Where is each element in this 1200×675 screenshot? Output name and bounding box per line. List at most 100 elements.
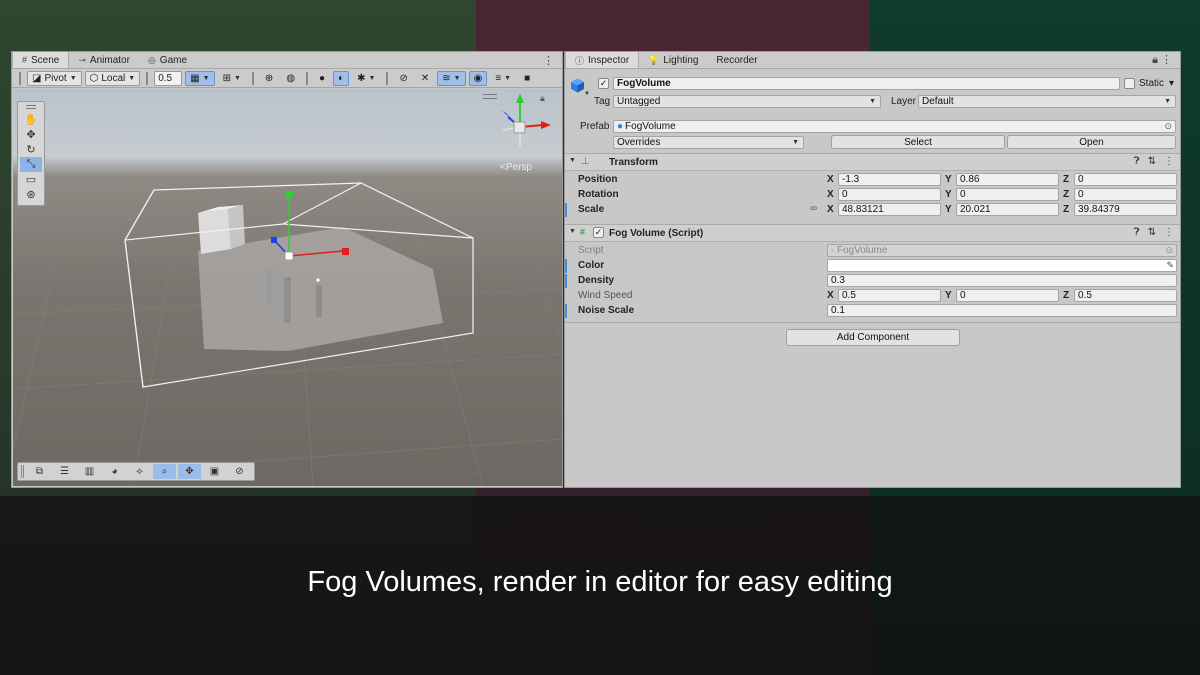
static-checkbox[interactable] bbox=[1124, 78, 1135, 89]
overlay-grip[interactable] bbox=[21, 465, 24, 478]
select-button[interactable]: Select bbox=[831, 135, 1005, 149]
snap-increment-input[interactable]: 0.5 bbox=[154, 70, 183, 86]
overrides-dropdown[interactable]: Overrides ▼ bbox=[613, 136, 804, 149]
density-field[interactable]: 0.3 bbox=[827, 274, 1177, 287]
prefab-field[interactable]: ● FogVolume ⊙ bbox=[613, 120, 1176, 133]
rect-tool-icon[interactable]: ▭ bbox=[20, 172, 42, 187]
snap-icon: ⊞ bbox=[222, 72, 231, 84]
tab-animator[interactable]: ⊸ Animator bbox=[69, 52, 139, 68]
noise-scale-field[interactable]: 0.1 bbox=[827, 304, 1177, 317]
color-field[interactable]: ✎ bbox=[827, 259, 1177, 272]
pillar bbox=[275, 272, 282, 314]
scale-y-field[interactable]: 20.021 bbox=[956, 203, 1059, 216]
transform-header[interactable]: ▼ ⊥ Transform ❓︎ ⇅ ⋮ bbox=[565, 153, 1180, 171]
tab-lighting[interactable]: 💡 Lighting bbox=[639, 52, 707, 68]
position-y-field[interactable]: 0.86 bbox=[956, 173, 1059, 186]
local-icon: ⬡ bbox=[89, 72, 99, 84]
target-icon[interactable]: ⊙ bbox=[1164, 121, 1172, 132]
position-x-field[interactable]: -1.3 bbox=[838, 173, 941, 186]
chevron-down-icon: ▼ bbox=[869, 98, 876, 105]
rotation-y-field[interactable]: 0 bbox=[956, 188, 1059, 201]
inspector-lock-icon[interactable]: 🔒︎ ⋮ bbox=[1144, 52, 1180, 68]
tab-recorder-label: Recorder bbox=[716, 54, 758, 66]
foldout-icon[interactable]: ▼ bbox=[569, 157, 576, 164]
search-icon[interactable]: ⌕ bbox=[153, 464, 176, 479]
visibility-button[interactable]: ◉ bbox=[468, 70, 488, 86]
eyedropper-icon[interactable]: ✎ bbox=[1166, 260, 1174, 271]
context-menu-icon[interactable]: ⋮ bbox=[1164, 156, 1174, 167]
context-menu-icon[interactable]: ⋮ bbox=[1164, 227, 1174, 238]
camera-preview-icon[interactable]: ▣ bbox=[203, 464, 226, 479]
scale-tool-icon[interactable]: ⤡ bbox=[20, 157, 42, 172]
camera-button[interactable]: ■ bbox=[519, 71, 535, 86]
scene-toolbar: ◪ Pivot ▼ ⬡ Local ▼ 0.5 ▦ ▼ ⊞ ▼ ⊕ ◍ ● ◐ … bbox=[12, 69, 562, 88]
chevron-down-icon[interactable]: ▼ bbox=[584, 91, 590, 97]
compass-icon[interactable]: ⊘ bbox=[228, 464, 251, 479]
shading-mode-button[interactable]: ◍ bbox=[281, 71, 300, 86]
rotation-z-field[interactable]: 0 bbox=[1074, 188, 1177, 201]
scene-viewport[interactable]: ✋ ✥ ↻ ⤡ ▭ ⊛ 🔒︎ <Persp ⧉ ☰ ▥ ◕ ⟡ ⌕ ✥ ▣ ⊘ bbox=[13, 89, 562, 486]
wind-z-axis: Z bbox=[1063, 290, 1070, 301]
toolbar-grip bbox=[19, 71, 21, 85]
grid-snap-button[interactable]: ▦ ▼ bbox=[185, 70, 215, 86]
position-z-field[interactable]: 0 bbox=[1074, 173, 1177, 186]
layer-value: Default bbox=[922, 96, 954, 107]
draw-mode-button[interactable]: ⊕ bbox=[260, 71, 278, 86]
wind-x-field[interactable]: 0.5 bbox=[838, 289, 941, 302]
rotation-x-axis: X bbox=[827, 189, 834, 200]
tab-inspector[interactable]: ⓘ Inspector bbox=[565, 52, 640, 68]
presets-icon[interactable]: ⇅ bbox=[1148, 227, 1156, 238]
rotation-x-field[interactable]: 0 bbox=[838, 188, 941, 201]
2d-toggle-button[interactable]: ◐ bbox=[333, 70, 350, 86]
audio-button[interactable]: ⊘ bbox=[394, 71, 412, 86]
tab-game[interactable]: ◎ Game bbox=[139, 52, 196, 68]
increment-snap-button[interactable]: ⊞ ▼ bbox=[218, 71, 246, 86]
tab-recorder[interactable]: Recorder bbox=[707, 52, 766, 68]
wind-y-field[interactable]: 0 bbox=[956, 289, 1059, 302]
pivot-dropdown[interactable]: ◪ Pivot ▼ bbox=[27, 70, 82, 86]
add-component-button[interactable]: Add Component bbox=[786, 329, 960, 346]
move-icon[interactable]: ✥ bbox=[178, 464, 201, 479]
layer-dropdown[interactable]: Default ▼ bbox=[918, 95, 1176, 108]
open-button[interactable]: Open bbox=[1007, 135, 1176, 149]
fog-volume-header[interactable]: ▼ # ✓ Fog Volume (Script) ❓︎ ⇅ ⋮ bbox=[565, 224, 1180, 242]
move-tool-icon[interactable]: ✥ bbox=[20, 127, 42, 142]
sliders-icon[interactable]: ☰ bbox=[53, 464, 76, 479]
foldout-icon[interactable]: ▼ bbox=[569, 228, 576, 235]
frame-icon[interactable]: ⧉ bbox=[28, 464, 51, 479]
presets-icon[interactable]: ⇅ bbox=[1148, 156, 1156, 167]
scene-tabbar: # Scene ⊸ Animator ◎ Game ⋮ bbox=[12, 52, 562, 69]
scale-x-field[interactable]: 48.83121 bbox=[838, 203, 941, 216]
effects-button[interactable]: ✕ bbox=[416, 71, 434, 86]
fog-volume-enabled-checkbox[interactable]: ✓ bbox=[593, 227, 604, 238]
tag-dropdown[interactable]: Untagged ▼ bbox=[613, 95, 881, 108]
gizmo-menu-icon[interactable] bbox=[483, 94, 497, 99]
persp-label[interactable]: <Persp bbox=[500, 162, 532, 173]
link-icon[interactable]: ∞ bbox=[810, 203, 817, 214]
object-name-field[interactable]: FogVolume bbox=[613, 77, 1120, 90]
grid-lines-icon[interactable]: ▥ bbox=[78, 464, 101, 479]
hand-tool-icon[interactable]: ✋ bbox=[20, 112, 42, 127]
light-probe-icon[interactable]: ⟡ bbox=[128, 464, 151, 479]
transform-tool-icon[interactable]: ⊛ bbox=[20, 187, 42, 202]
tab-scene[interactable]: # Scene bbox=[12, 52, 70, 68]
scene-fx-dropdown[interactable]: ≋ ▼ bbox=[437, 70, 466, 86]
active-checkbox[interactable]: ✓ bbox=[598, 78, 609, 89]
static-dropdown-icon[interactable]: ▾ bbox=[1169, 78, 1174, 89]
help-icon[interactable]: ❓︎ bbox=[1134, 156, 1140, 167]
layers-dropdown[interactable]: ≡ ▼ bbox=[490, 71, 516, 86]
rotate-tool-icon[interactable]: ↻ bbox=[20, 142, 42, 157]
tool-palette-grip[interactable] bbox=[26, 105, 36, 109]
help-icon[interactable]: ❓︎ bbox=[1134, 227, 1140, 238]
fog-header-icons: ❓︎ ⇅ ⋮ bbox=[1134, 227, 1174, 238]
wind-z-field[interactable]: 0.5 bbox=[1074, 289, 1177, 302]
lock-icon[interactable]: 🔒︎ bbox=[540, 93, 545, 104]
scale-z-field[interactable]: 39.84379 bbox=[1074, 203, 1177, 216]
color-label: Color bbox=[578, 260, 605, 271]
shaded-button[interactable]: ● bbox=[314, 71, 330, 86]
local-dropdown[interactable]: ⬡ Local ▼ bbox=[84, 70, 141, 86]
debug-dropdown[interactable]: ✱ ▼ bbox=[352, 71, 380, 86]
tab-game-label: Game bbox=[159, 54, 188, 66]
more-options-icon[interactable]: ⋮ bbox=[535, 52, 562, 68]
sphere-shading-icon[interactable]: ◕ bbox=[103, 464, 126, 479]
